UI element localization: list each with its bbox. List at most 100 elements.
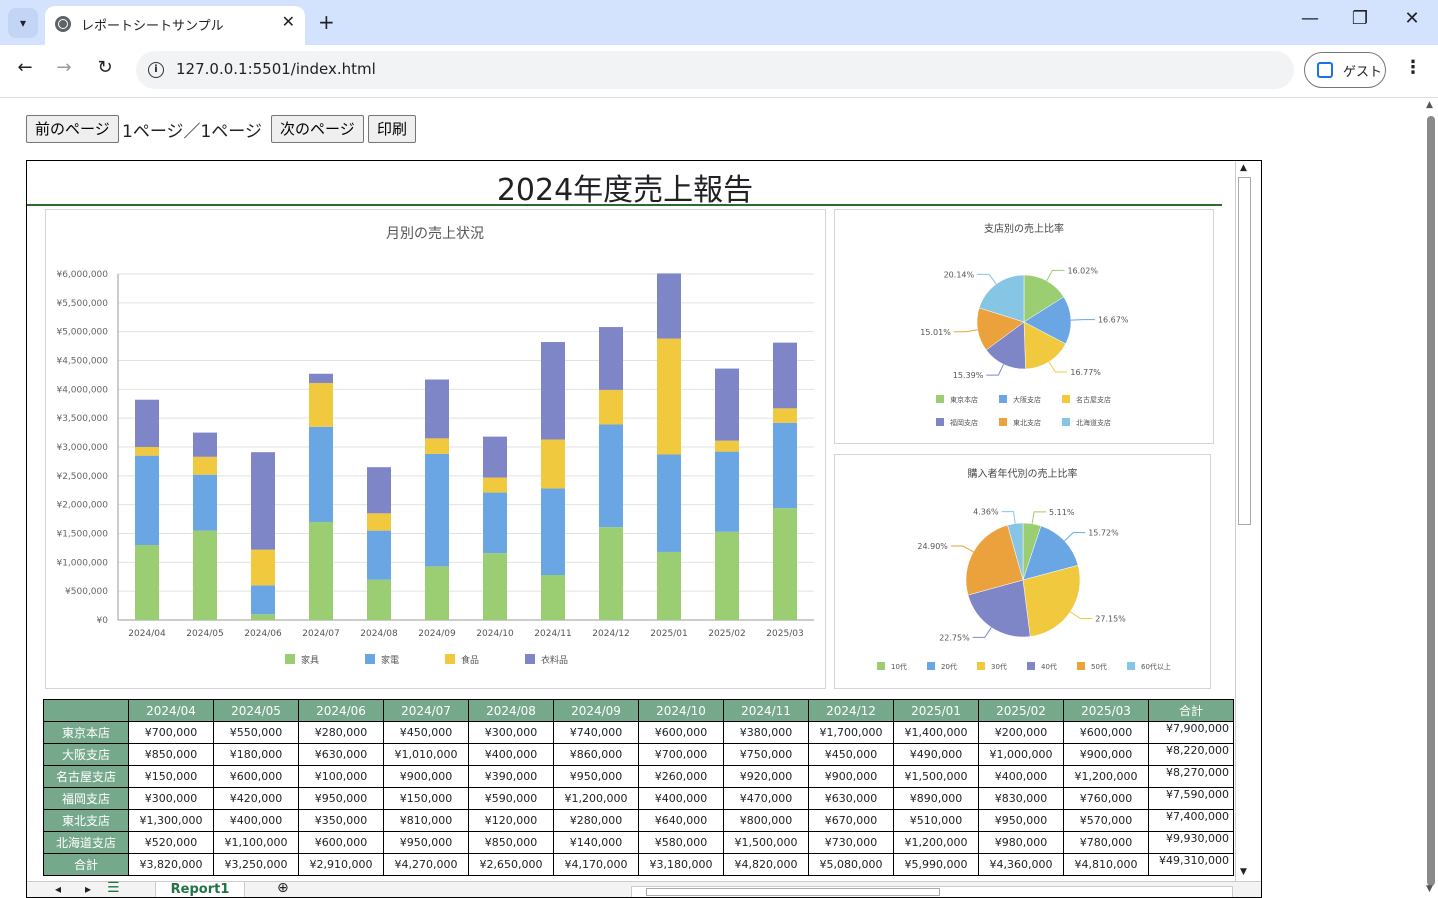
sheet-list-icon[interactable]: ☰ [107,880,120,896]
y-tick-label: ¥1,000,000 [56,558,108,568]
page-scrollbar[interactable]: ▲ ▼ [1424,98,1438,898]
pie-value-label: 24.90% [917,542,948,551]
close-window-button[interactable]: ✕ [1397,8,1427,29]
table-cell: ¥640,000 [638,809,724,832]
new-tab-button[interactable]: + [318,10,335,34]
table-row: 合計 ¥3,820,000 ¥3,250,000 ¥2,910,000 ¥4,270,0… [43,853,1234,876]
pie-leader-line [1046,269,1065,282]
y-tick-label: ¥2,500,000 [56,472,108,482]
table-cell: ¥400,000 [468,743,554,766]
table-cell: ¥49,310,000 [1148,853,1234,876]
table-cell: ¥260,000 [638,765,724,788]
table-cell: ¥450,000 [808,743,894,766]
report-scroll-thumb[interactable] [1238,177,1251,525]
sheet-tab-report1[interactable]: Report1 [155,882,245,897]
table-cell: ¥9,930,000 [1148,831,1234,854]
pie-leader-line [972,627,992,638]
url-text[interactable]: 127.0.0.1:5501/index.html [176,60,376,78]
scroll-up-icon[interactable]: ▲ [1426,100,1433,110]
report-title: 2024年度売上報告 [496,173,754,208]
bar-segment [367,513,391,531]
back-button[interactable]: ← [12,57,38,78]
table-cell: ¥950,000 [553,765,639,788]
scroll-down-icon[interactable]: ▼ [1426,884,1433,894]
sheet-nav-left-icon[interactable]: ◂ [55,882,61,896]
minimize-button[interactable]: — [1295,8,1325,29]
next-page-button[interactable]: 次のページ [271,115,364,143]
chevron-down-icon: ▾ [19,16,27,30]
table-cell: ¥1,300,000 [128,809,214,832]
bar-segment [599,424,623,528]
table-cell: ¥630,000 [808,787,894,810]
table-cell: ¥7,400,000 [1148,809,1234,832]
sheet-nav-right-icon[interactable]: ▸ [85,882,91,896]
legend-swatch [285,654,295,664]
prev-page-button[interactable]: 前のページ [26,115,119,143]
restore-button[interactable]: ❐ [1345,8,1375,29]
monthly-sales-chart: 月別の売上状況 ¥0 ¥500,000 ¥1,000,000 ¥1,500,000 ¥2,… [56,226,814,666]
legend-label: 家具 [301,654,319,666]
legend-label: 20代 [941,662,957,671]
print-button[interactable]: 印刷 [368,115,417,143]
column-header: 2025/02 [978,699,1064,722]
horizontal-scrollbar[interactable] [631,886,1233,897]
scroll-up-icon[interactable]: ▲ [1240,163,1247,173]
bar-segment [193,530,217,620]
table-cell: ¥4,360,000 [978,853,1064,876]
y-tick-label: ¥500,000 [65,587,108,597]
x-tick-label: 2024/05 [186,629,223,639]
table-cell: ¥280,000 [298,721,384,744]
info-icon[interactable]: i [148,62,164,78]
bar-segment [483,477,507,493]
table-cell: ¥400,000 [213,809,299,832]
sales-table: 2024/04 2024/05 2024/06 2024/07 2024/08 2024/… [43,699,1234,876]
bar-segment [599,389,623,425]
scroll-down-icon[interactable]: ▼ [1240,867,1247,877]
horizontal-scroll-thumb[interactable] [646,888,940,896]
table-cell: ¥510,000 [893,809,979,832]
table-row: 名古屋支店 ¥150,000 ¥600,000 ¥100,000 ¥900,000 ¥39… [43,765,1234,788]
legend-swatch [1062,395,1070,403]
pie-value-label: 16.77% [1070,368,1101,377]
reload-button[interactable]: ↻ [92,57,118,78]
report-scrollbar[interactable]: ▲ ▼ [1235,161,1254,881]
more-menu-icon[interactable]: ⋮ [1404,57,1422,78]
table-cell: ¥4,270,000 [383,853,469,876]
page-scroll-thumb[interactable] [1427,116,1435,886]
row-header: 大阪支店 [43,743,129,766]
bar-segment [309,373,333,383]
table-cell: ¥850,000 [128,743,214,766]
legend-label: 東京本店 [950,395,978,404]
legend-swatch [445,654,455,664]
bar-segment [251,549,275,586]
pie-value-label: 20.14% [944,270,975,279]
table-cell: ¥1,700,000 [808,721,894,744]
legend-swatch [999,395,1007,403]
add-sheet-icon[interactable]: ⊕ [277,880,289,896]
profile-button[interactable]: ゲスト [1304,52,1386,88]
close-tab-icon[interactable]: ✕ [282,12,295,31]
bar-segment [251,452,275,550]
table-cell: ¥2,910,000 [298,853,384,876]
bar-segment [135,399,159,447]
report-sheet: 2024年度売上報告 月別の売上状況 ¥0 ¥500,000 ¥1,000,000 ¥1… [26,160,1262,898]
column-header: 2024/04 [128,699,214,722]
y-tick-label: ¥6,000,000 [56,270,108,280]
table-cell: ¥570,000 [1063,809,1149,832]
bar-segment [483,436,507,478]
legend-label: 家電 [381,654,399,666]
address-bar[interactable]: i 127.0.0.1:5501/index.html [136,51,1294,89]
table-cell: ¥600,000 [213,765,299,788]
column-header: 2024/08 [468,699,554,722]
table-cell: ¥1,200,000 [553,787,639,810]
column-header: 2024/07 [383,699,469,722]
table-cell: ¥8,270,000 [1148,765,1234,788]
forward-button[interactable]: → [51,57,77,78]
legend-swatch [936,418,944,426]
table-cell: ¥420,000 [213,787,299,810]
bar-segment [773,408,797,423]
column-header: 2025/01 [893,699,979,722]
table-cell: ¥400,000 [978,765,1064,788]
active-tab[interactable]: レポートシートサンプル ✕ [45,6,305,45]
tab-search-button[interactable]: ▾ [8,8,38,38]
